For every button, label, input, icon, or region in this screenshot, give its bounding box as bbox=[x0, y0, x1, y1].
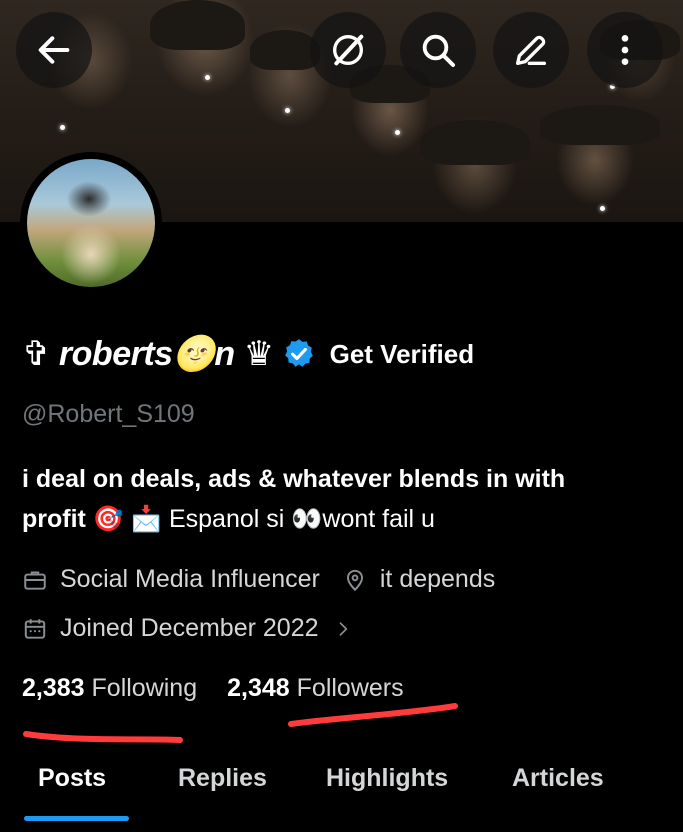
search-button[interactable] bbox=[400, 12, 476, 88]
tab-posts[interactable]: Posts bbox=[38, 752, 106, 793]
tab-replies[interactable]: Replies bbox=[178, 752, 267, 793]
following-count: 2,383 bbox=[22, 674, 85, 702]
bio-line-2-bold: profit bbox=[22, 505, 86, 533]
following-label: Following bbox=[91, 674, 198, 702]
display-name: ✞ roberts🌝n ♛ bbox=[22, 335, 274, 373]
joined-date: Joined December 2022 bbox=[60, 614, 319, 642]
location-pin-icon bbox=[346, 569, 363, 591]
back-button[interactable] bbox=[16, 12, 92, 88]
handle: @Robert_S109 bbox=[22, 400, 195, 428]
following-link[interactable]: 2,383 Following bbox=[22, 674, 197, 703]
calendar-icon bbox=[24, 618, 46, 639]
tab-articles[interactable]: Articles bbox=[512, 752, 604, 793]
followers-label: Followers bbox=[296, 674, 404, 702]
avatar-photo bbox=[27, 159, 155, 287]
occupation: Social Media Influencer bbox=[60, 565, 320, 593]
get-verified-link[interactable]: Get Verified bbox=[330, 339, 475, 370]
followers-link[interactable]: 2,348 Followers bbox=[227, 674, 404, 703]
briefcase-icon bbox=[24, 570, 46, 590]
followers-count: 2,348 bbox=[227, 674, 290, 702]
red-underline-annotation-following bbox=[23, 731, 183, 743]
profile-tabs: Posts Replies Highlights Articles bbox=[0, 752, 683, 816]
edit-icon bbox=[516, 35, 546, 65]
more-button[interactable] bbox=[587, 12, 663, 88]
joined-row[interactable]: Joined December 2022 bbox=[22, 614, 365, 643]
avatar[interactable] bbox=[20, 152, 162, 294]
grok-button[interactable] bbox=[310, 12, 386, 88]
red-underline-annotation-followers bbox=[288, 703, 458, 727]
bio-line-1: i deal on deals, ads & whatever blends i… bbox=[22, 465, 566, 493]
more-vertical-icon bbox=[621, 35, 629, 65]
active-tab-indicator bbox=[24, 816, 129, 821]
edit-button[interactable] bbox=[493, 12, 569, 88]
tab-highlights[interactable]: Highlights bbox=[326, 752, 448, 793]
name-row: ✞ roberts🌝n ♛ Get Verified bbox=[22, 332, 474, 376]
verified-badge-icon[interactable] bbox=[282, 337, 316, 371]
search-icon bbox=[422, 34, 455, 67]
chevron-right-icon bbox=[339, 621, 347, 636]
grok-icon bbox=[333, 34, 364, 66]
bio-line-2-rest: 🎯 📩 Espanol si 👀wont fail u bbox=[85, 505, 435, 533]
follow-counts: 2,383 Following 2,348 Followers bbox=[22, 674, 404, 703]
profile-meta-row-1: Social Media Influencer it depends bbox=[22, 565, 495, 594]
back-arrow-icon bbox=[38, 36, 70, 64]
location: it depends bbox=[379, 565, 496, 593]
bio: i deal on deals, ads & whatever blends i… bbox=[22, 459, 662, 539]
